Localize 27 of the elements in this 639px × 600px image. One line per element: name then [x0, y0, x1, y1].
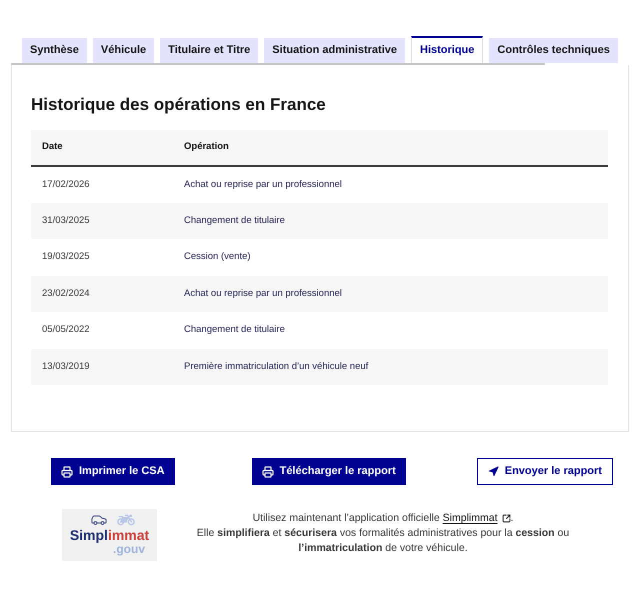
tab[interactable]: Historique [411, 36, 484, 63]
section-title: Historique des opérations en France [31, 95, 326, 115]
app-link[interactable]: Simplimmat [442, 511, 510, 526]
tab[interactable]: Situation administrative [264, 38, 405, 63]
logo-suffix: .gouv [113, 543, 145, 556]
table-cell: Achat ou reprise par un professionnel [173, 276, 608, 312]
send-button[interactable]: Envoyer le rapport [476, 458, 613, 485]
table-cell: Changement de titulaire [173, 202, 608, 239]
external-link-icon [502, 514, 510, 523]
column-header: Date [31, 130, 173, 166]
table-cell: Première immatriculation d’un véhicule neuf [173, 348, 608, 385]
tab[interactable]: Titulaire et Titre [160, 38, 258, 63]
tab[interactable]: Contrôles techniques [489, 38, 618, 63]
table-cell: 31/03/2025 [31, 202, 173, 239]
tab[interactable]: Synthèse [22, 38, 87, 63]
table-cell: 13/03/2019 [31, 348, 173, 385]
arrow-icon [488, 466, 499, 477]
tab[interactable]: Véhicule [92, 38, 154, 63]
download-button[interactable]: Télécharger le rapport [252, 458, 406, 485]
motorcycle-icon [116, 512, 136, 526]
logo-wordmark: Simplimmat [70, 528, 150, 543]
promo-text: Utilisez maintenant l’application officielle Simplimmat . Elle simplifiera et sécurisera vos formalités administratives pour la cession ou l’immatriculation de votre véhicule. [196, 511, 570, 556]
printer-icon [61, 466, 73, 478]
column-header: Opération [173, 130, 608, 166]
table-cell: 23/02/2024 [31, 276, 173, 312]
printer-icon [262, 466, 274, 478]
print-button[interactable]: Imprimer le CSA [51, 458, 175, 485]
